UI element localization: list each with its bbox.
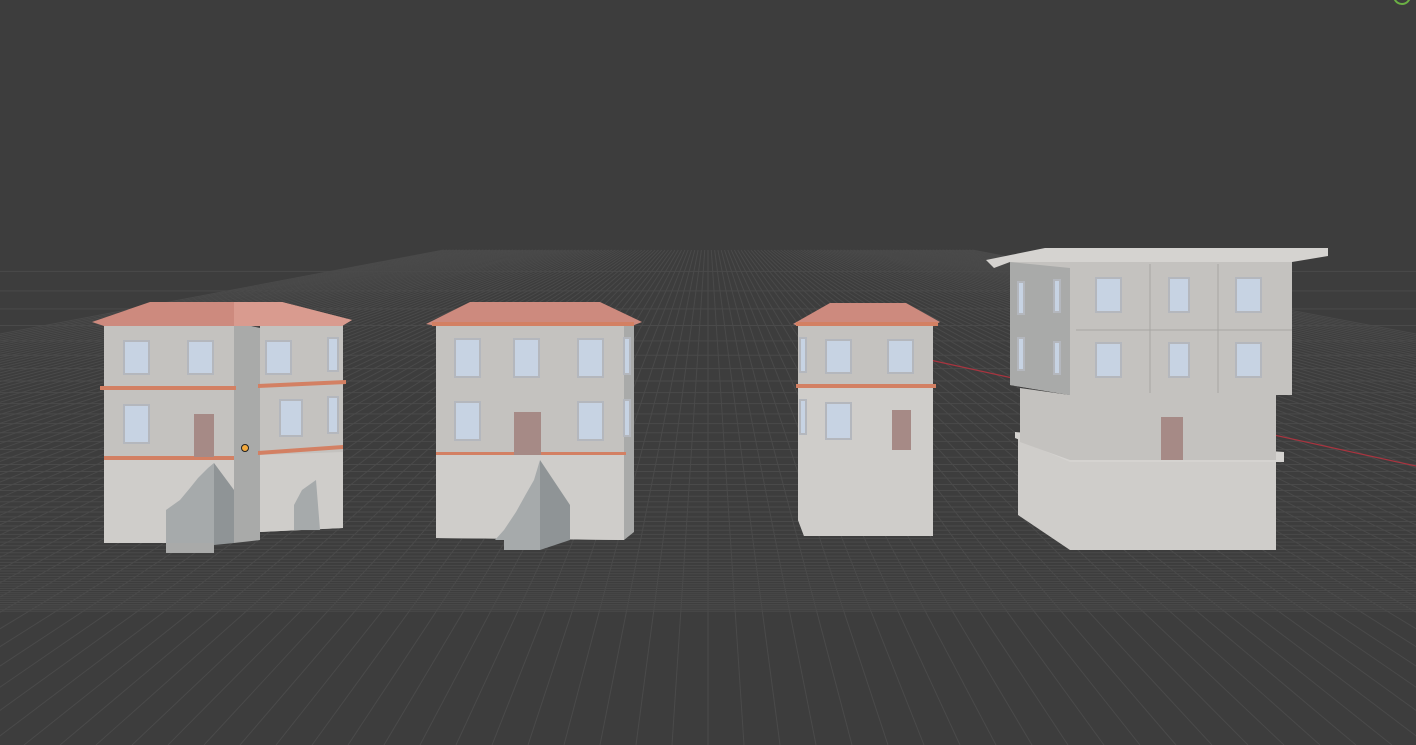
house-2-window — [577, 338, 604, 378]
house-4-window — [1235, 342, 1262, 378]
house-2-window — [623, 337, 631, 375]
house-2-window — [454, 338, 481, 378]
house-1-side-wall — [234, 322, 260, 543]
grid-line — [635, 249, 702, 745]
house-4-window — [1017, 337, 1025, 371]
house-3-window — [825, 339, 852, 374]
house-1-window — [265, 340, 292, 375]
house-2-window — [577, 401, 604, 441]
house-1-trim-lower — [104, 456, 234, 460]
house-2-window — [513, 338, 540, 378]
house-4-window — [1053, 279, 1061, 313]
house-1-stairs-base — [166, 543, 214, 553]
grid-line — [710, 249, 745, 745]
house-2-trim-roof — [432, 322, 634, 326]
house-4-window — [1168, 342, 1190, 378]
house-4-door — [1161, 417, 1183, 460]
house-3-window — [825, 402, 852, 440]
house-1-window — [187, 340, 214, 375]
navigation-gizmo-icon[interactable] — [1393, 0, 1411, 5]
house-narrow[interactable] — [793, 303, 940, 536]
house-3-trim-upper — [796, 384, 936, 388]
house-1-trim-upper — [100, 386, 236, 390]
house-2-window — [454, 401, 481, 441]
house-1-window — [327, 337, 339, 372]
house-1-window — [279, 399, 303, 437]
house-1-window — [123, 404, 150, 444]
house-1-roof-side — [234, 302, 352, 326]
house-4-window — [1235, 277, 1262, 313]
house-1-door — [194, 414, 214, 457]
house-3-door — [892, 410, 911, 450]
house-4-window — [1017, 281, 1025, 315]
house-box-with-stairs[interactable] — [426, 302, 642, 550]
house-l-shape-with-stairs[interactable] — [92, 302, 352, 553]
3d-viewport[interactable] — [0, 0, 1416, 745]
grid-line — [714, 249, 781, 745]
house-3-window — [799, 337, 807, 373]
house-3-trim-roof — [796, 322, 938, 326]
house-4-window — [1168, 277, 1190, 313]
house-1-origin-marker[interactable] — [241, 444, 249, 452]
viewport-canvas[interactable] — [0, 0, 1416, 745]
house-4-window — [1095, 277, 1122, 313]
house-3-lower-wall — [798, 388, 933, 536]
house-1-window — [123, 340, 150, 375]
house-4-window — [1095, 342, 1122, 378]
house-3-window — [887, 339, 914, 374]
house-4-window — [1053, 341, 1061, 375]
house-1-window — [327, 396, 339, 434]
house-2-window — [623, 399, 631, 437]
grid-line — [671, 249, 706, 745]
house-flat-roof[interactable] — [986, 248, 1328, 550]
house-4-ground-floor — [1020, 388, 1276, 460]
house-3-window — [799, 399, 807, 435]
house-2-door — [514, 412, 541, 455]
